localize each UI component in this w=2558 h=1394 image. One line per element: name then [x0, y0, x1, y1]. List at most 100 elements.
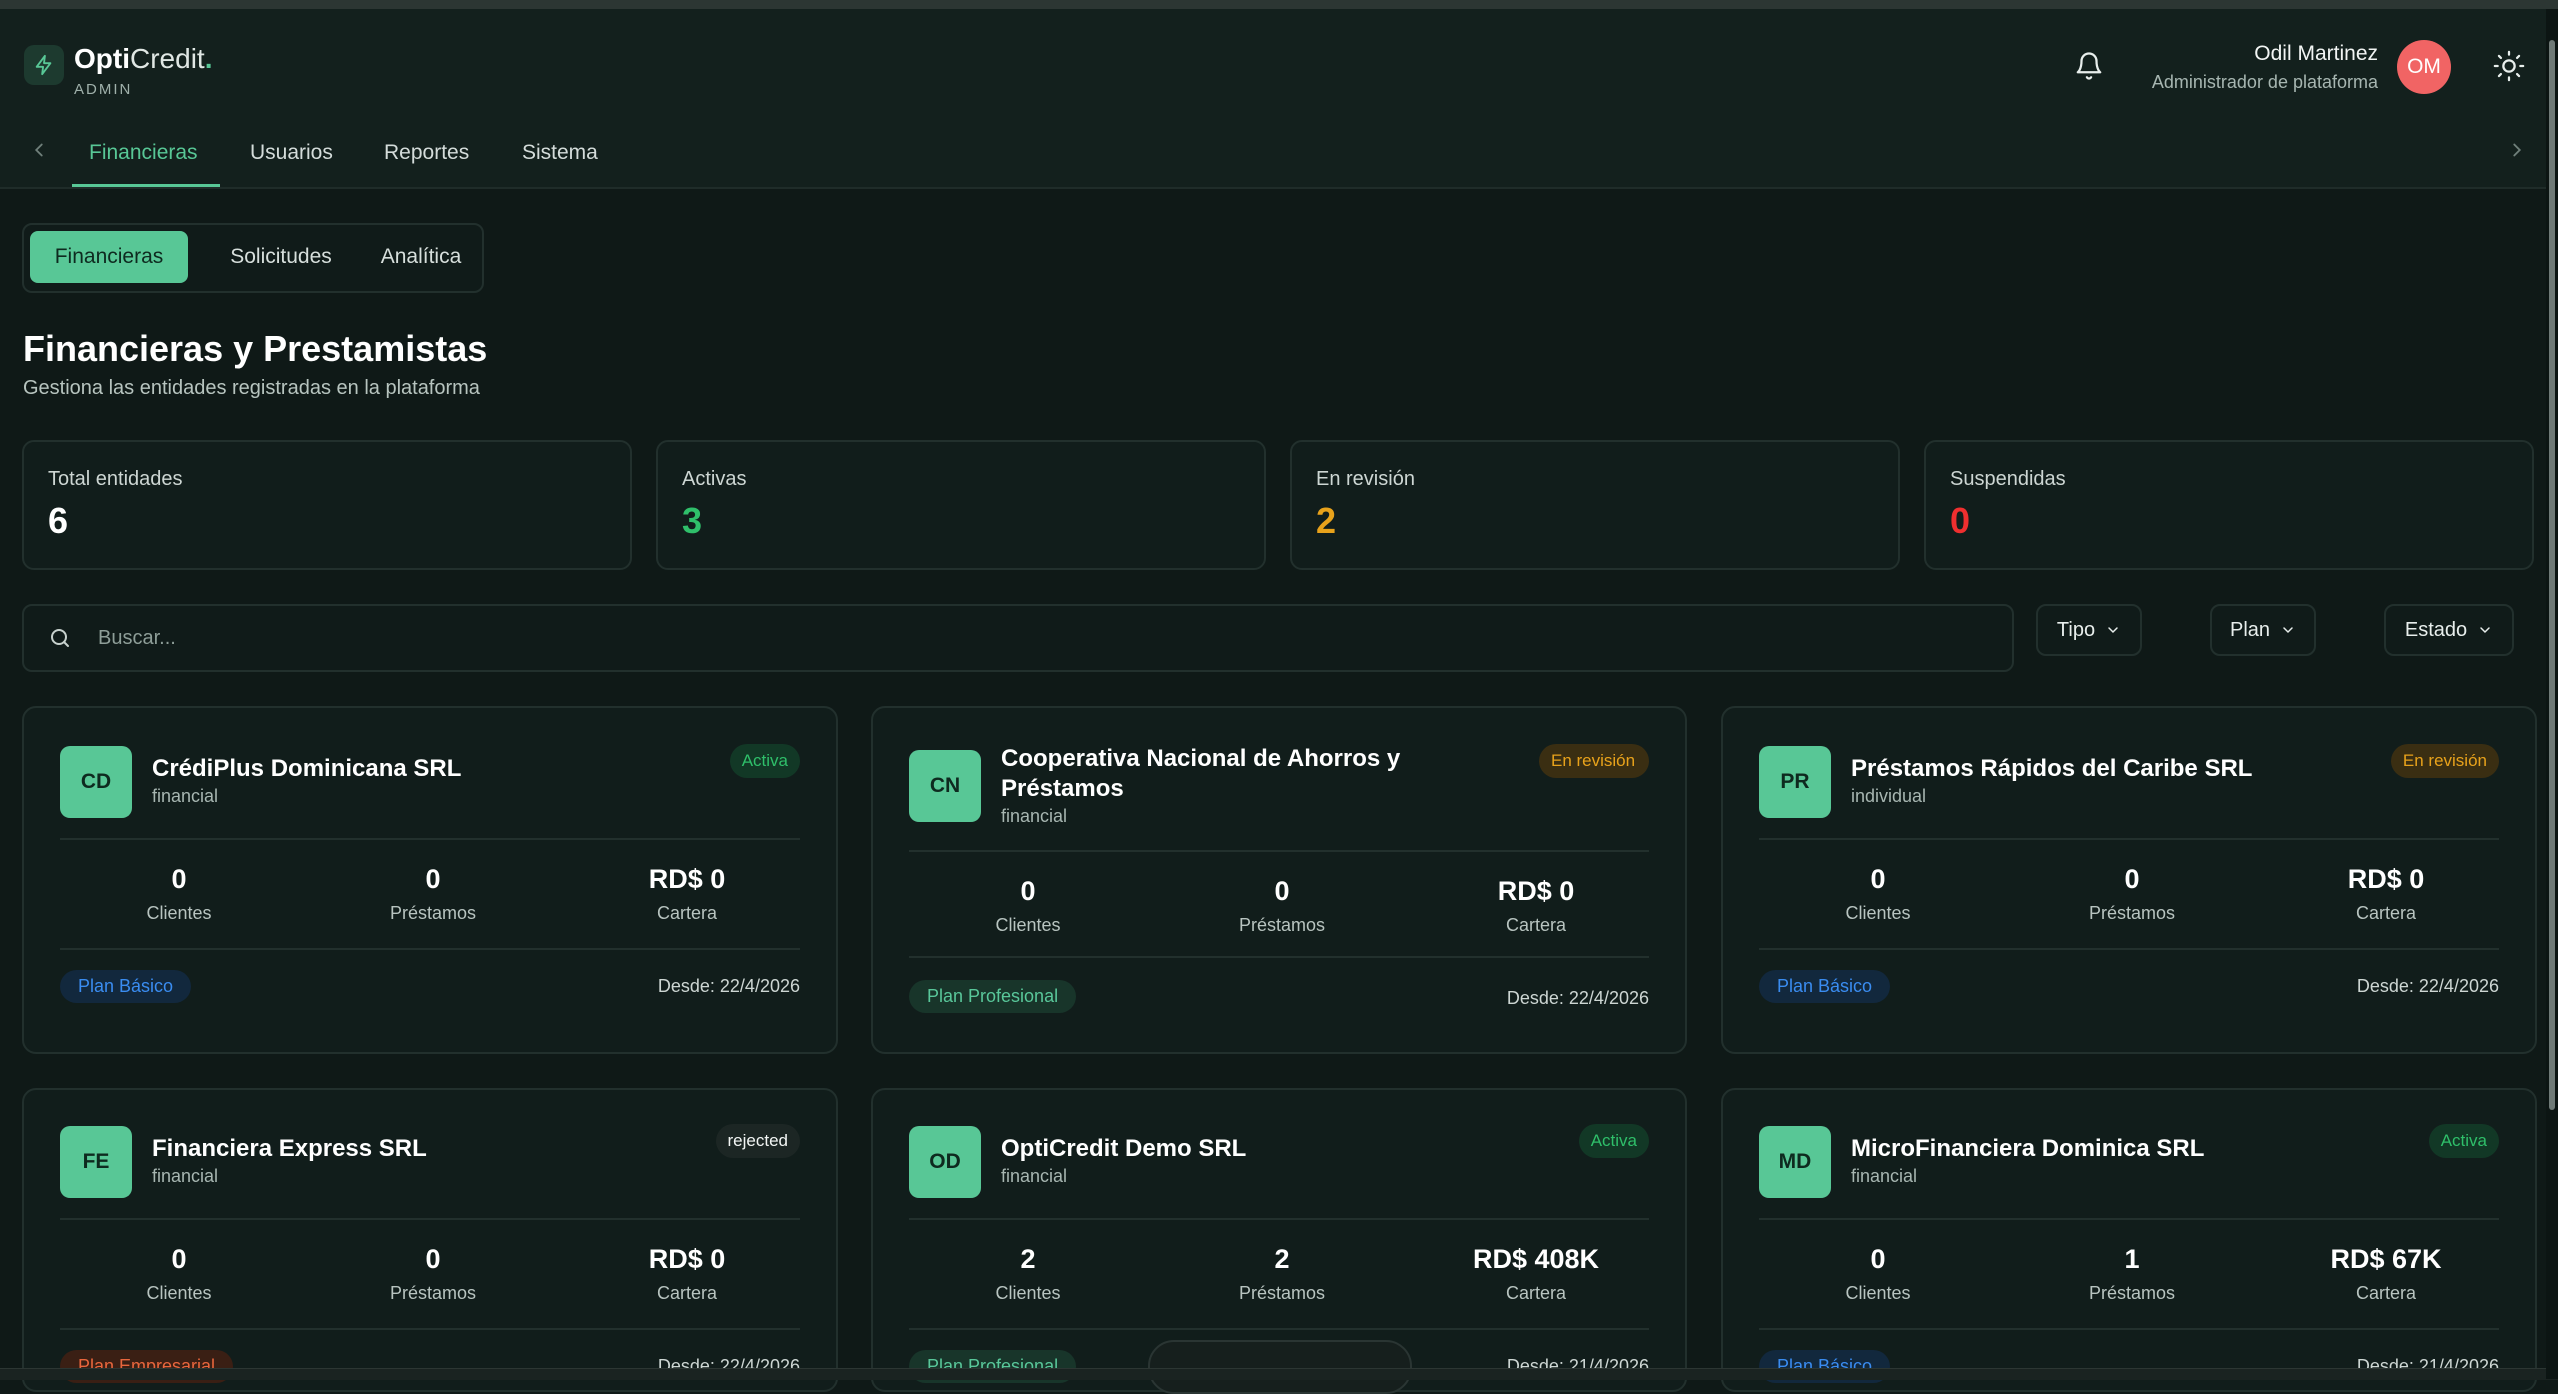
metric-value: 0: [1274, 876, 1290, 906]
metric-value: RD$ 67K: [2330, 1244, 2442, 1274]
metric-clients: 0 Clientes: [54, 864, 304, 924]
filter-plan[interactable]: Plan: [2210, 604, 2316, 656]
metric-label: Clientes: [146, 903, 212, 923]
entity-type: financial: [1851, 1166, 1918, 1186]
metric-label: Préstamos: [1238, 1283, 1326, 1303]
subtab-analitica[interactable]: Analítica: [366, 231, 476, 283]
divider: [60, 1218, 800, 1220]
filter-label: Tipo: [2056, 618, 2096, 641]
metric-loans: 1 Préstamos: [2007, 1244, 2257, 1304]
chevron-right-icon[interactable]: [2506, 139, 2528, 161]
metric-value: 0: [425, 1244, 441, 1274]
divider: [909, 850, 1649, 852]
metric-portfolio: RD$ 0 Cartera: [1411, 876, 1661, 936]
brand-logo[interactable]: OptiCredit.: [74, 43, 212, 75]
status-badge: Activa: [2428, 1124, 2499, 1158]
brand-bold: Opti: [74, 43, 130, 74]
metric-portfolio: RD$ 408K Cartera: [1411, 1244, 1661, 1304]
metric-clients: 2 Clientes: [903, 1244, 1153, 1304]
entity-logo: CN: [909, 750, 981, 822]
metric-label: Préstamos: [389, 1283, 477, 1303]
tab-sistema[interactable]: Sistema: [522, 141, 598, 165]
search-input[interactable]: [96, 618, 1980, 658]
tab-usuarios[interactable]: Usuarios: [250, 141, 333, 165]
filter-estado[interactable]: Estado: [2384, 604, 2514, 656]
metric-label: Cartera: [1505, 915, 1567, 935]
subtab-solicitudes[interactable]: Solicitudes: [200, 231, 362, 283]
brand-light: Credit: [130, 43, 205, 74]
metric-label: Cartera: [656, 903, 718, 923]
entity-card[interactable]: CN Cooperativa Nacional de Ahorros y Pré…: [871, 706, 1687, 1054]
scrollbar-thumb[interactable]: [2549, 40, 2555, 1110]
stat-total: Total entidades 6: [22, 440, 632, 570]
brand-subtitle: ADMIN: [74, 81, 133, 98]
app-header: OptiCredit. ADMIN Odil Martinez Administ…: [0, 9, 2558, 189]
metric-label: Cartera: [1505, 1283, 1567, 1303]
user-name: Odil Martinez: [2254, 42, 2378, 65]
status-badge: rejected: [715, 1124, 800, 1158]
metric-value: 0: [171, 1244, 187, 1274]
stat-label: Suspendidas: [1950, 468, 2066, 490]
tab-financieras[interactable]: Financieras: [89, 141, 198, 165]
entity-card[interactable]: FE Financiera Express SRL financial reje…: [22, 1088, 838, 1392]
metric-loans: 0 Préstamos: [308, 1244, 558, 1304]
metric-label: Préstamos: [1238, 915, 1326, 935]
since-date: Desde: 22/4/2026: [657, 976, 800, 996]
metric-value: 1: [2124, 1244, 2140, 1274]
entity-name: OptiCredit Demo SRL: [1001, 1135, 1247, 1162]
search-box: [22, 604, 2014, 672]
metric-label: Préstamos: [389, 903, 477, 923]
metric-loans: 0 Préstamos: [2007, 864, 2257, 924]
tab-reportes[interactable]: Reportes: [384, 141, 469, 165]
active-tab-indicator: [72, 184, 220, 187]
stat-activas: Activas 3: [656, 440, 1266, 570]
entity-logo: MD: [1759, 1126, 1831, 1198]
divider: [60, 1328, 800, 1330]
divider: [60, 838, 800, 840]
floating-toolbar[interactable]: [1148, 1340, 1412, 1394]
divider: [1759, 1218, 2499, 1220]
window-bottom-bar: [0, 1368, 2558, 1380]
user-role: Administrador de plataforma: [2151, 72, 2378, 92]
entity-name: Préstamos Rápidos del Caribe SRL: [1851, 755, 2253, 782]
chevron-down-icon: [2108, 627, 2118, 634]
filter-tipo[interactable]: Tipo: [2036, 604, 2142, 656]
chevron-down-icon: [2283, 627, 2293, 634]
window-top-border: [0, 0, 2558, 9]
metric-label: Clientes: [1845, 1283, 1911, 1303]
stat-suspendidas: Suspendidas 0: [1924, 440, 2534, 570]
since-date: Desde: 22/4/2026: [1506, 988, 1649, 1008]
avatar[interactable]: OM: [2397, 40, 2451, 94]
search-icon: [48, 626, 72, 650]
bolt-icon: [24, 45, 64, 85]
page-subtitle: Gestiona las entidades registradas en la…: [23, 377, 480, 399]
entity-logo: CD: [60, 746, 132, 818]
divider: [1759, 1328, 2499, 1330]
brand-dot: .: [204, 43, 213, 74]
metric-value: RD$ 0: [648, 864, 726, 894]
bell-icon[interactable]: [2074, 51, 2104, 81]
entity-card[interactable]: PR Préstamos Rápidos del Caribe SRL indi…: [1721, 706, 2537, 1054]
metric-label: Cartera: [2355, 1283, 2417, 1303]
status-badge: En revisión: [1539, 744, 1649, 778]
subtab-financieras[interactable]: Financieras: [30, 231, 188, 283]
metric-label: Clientes: [995, 915, 1061, 935]
sun-icon[interactable]: [2492, 49, 2526, 83]
entity-type: individual: [1851, 786, 1927, 806]
entity-card[interactable]: CD CrédiPlus Dominicana SRL financial Ac…: [22, 706, 838, 1054]
since-date: Desde: 22/4/2026: [2356, 976, 2499, 996]
metric-portfolio: RD$ 0 Cartera: [562, 1244, 812, 1304]
stat-value: 3: [682, 500, 703, 541]
stat-en-revision: En revisión 2: [1290, 440, 1900, 570]
metric-loans: 2 Préstamos: [1157, 1244, 1407, 1304]
metric-loans: 0 Préstamos: [308, 864, 558, 924]
metric-clients: 0 Clientes: [54, 1244, 304, 1304]
status-badge: Activa: [729, 744, 800, 778]
chevron-left-icon[interactable]: [28, 139, 50, 161]
entity-name: Cooperativa Nacional de Ahorros y Présta…: [1001, 745, 1401, 802]
metric-value: 0: [1020, 876, 1036, 906]
entity-name: CrédiPlus Dominicana SRL: [152, 755, 462, 782]
entity-logo: PR: [1759, 746, 1831, 818]
divider: [1759, 948, 2499, 950]
entity-card[interactable]: MD MicroFinanciera Dominica SRL financia…: [1721, 1088, 2537, 1392]
